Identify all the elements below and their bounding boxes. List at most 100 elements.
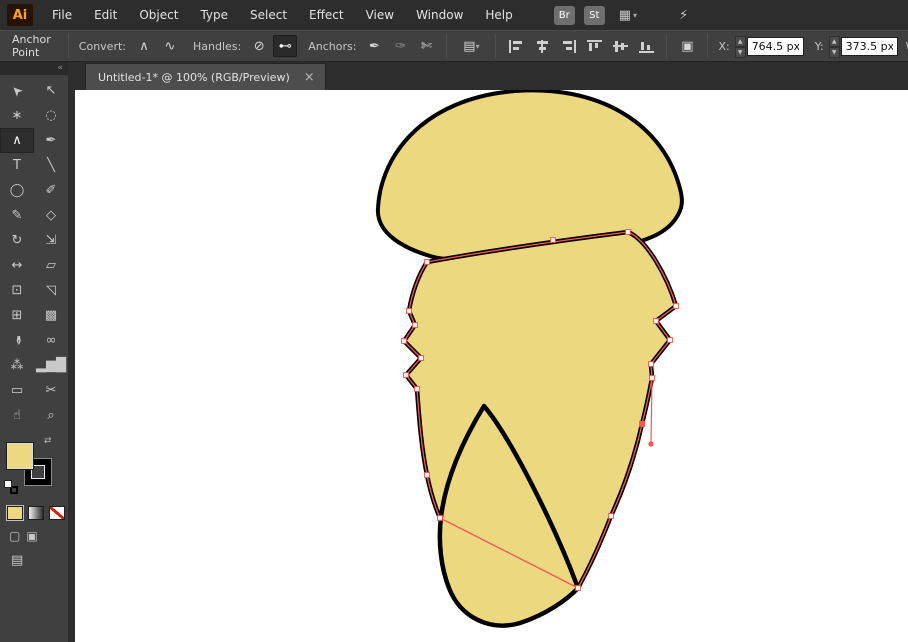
scale-tool[interactable]: ⇲ [34, 228, 68, 253]
anchor-point[interactable] [550, 237, 556, 243]
stepper-down-icon[interactable]: ▼ [734, 47, 746, 58]
convert-to-corner-button[interactable]: ∧ [132, 35, 156, 57]
hide-handles-button[interactable]: ⊘ [247, 35, 271, 57]
anchor-point[interactable] [667, 337, 673, 343]
pen-tool[interactable]: ✒ [34, 128, 68, 153]
swap-fill-stroke-icon[interactable]: ⇄ [44, 436, 52, 446]
pencil-tool[interactable]: ✎ [0, 203, 34, 228]
shape-builder-tool[interactable]: ⊡ [0, 278, 34, 303]
remove-anchor-button[interactable]: ✒ [362, 35, 386, 57]
draw-behind-button[interactable]: ▣ [26, 529, 37, 543]
anchor-point[interactable] [437, 515, 443, 521]
align-vertical-bottom-button[interactable] [634, 35, 658, 57]
stepper-up-icon[interactable]: ▲ [828, 36, 840, 47]
cap-shape[interactable] [375, 90, 684, 262]
align-vertical-middle-button[interactable] [608, 35, 632, 57]
close-icon[interactable]: × [304, 71, 315, 84]
symbol-sprayer-tool[interactable]: ⁂ [0, 353, 34, 378]
line-segment-tool[interactable]: ╲ [34, 153, 68, 178]
align-horizontal-center-button[interactable] [530, 35, 554, 57]
menu-help[interactable]: Help [474, 0, 523, 30]
document-tab[interactable]: Untitled-1* @ 100% (RGB/Preview) × [85, 63, 326, 90]
y-field-group: Y: ▲ ▼ [812, 36, 898, 58]
hand-tool[interactable]: ☝ [0, 403, 34, 428]
anchor-point[interactable] [608, 513, 614, 519]
screen-mode-button[interactable]: ▤ [11, 553, 23, 568]
type-tool[interactable]: T [0, 153, 34, 178]
default-swatches-icon[interactable] [4, 480, 18, 494]
document-setup-button[interactable]: ▤ ▾ [455, 35, 487, 57]
ellipse-tool[interactable]: ◯ [0, 178, 34, 203]
convert-to-smooth-button[interactable]: ∿ [158, 35, 182, 57]
direct-selection-tool[interactable]: ↖ [34, 78, 68, 103]
eyedropper-tool[interactable]: ✒ [0, 328, 34, 353]
anchor-point[interactable] [424, 259, 430, 265]
canvas[interactable] [75, 90, 908, 642]
anchor-point[interactable] [575, 585, 581, 591]
artboard-tool[interactable]: ▭ [0, 378, 34, 403]
free-transform-tool[interactable]: ▱ [34, 253, 68, 278]
paintbrush-tool[interactable]: ✐ [34, 178, 68, 203]
align-to-selection-button[interactable]: ▣ [675, 35, 699, 57]
color-button[interactable] [7, 506, 23, 520]
stock-button[interactable]: St [583, 5, 605, 25]
perspective-grid-tool[interactable]: ◹ [34, 278, 68, 303]
menu-view[interactable]: View [355, 0, 405, 30]
x-stepper[interactable]: ▲ ▼ [734, 36, 746, 58]
gradient-button[interactable] [28, 506, 44, 520]
anchor-point[interactable] [649, 375, 655, 381]
slice-tool[interactable]: ✂ [34, 378, 68, 403]
menu-edit[interactable]: Edit [83, 0, 128, 30]
x-input[interactable] [746, 36, 804, 56]
anchor-point-tool[interactable]: ∧ [0, 128, 34, 153]
align-horizontal-right-button[interactable] [556, 35, 580, 57]
magic-wand-tool[interactable]: ∗ [0, 103, 34, 128]
rotate-tool[interactable]: ↻ [0, 228, 34, 253]
direction-handle-dot[interactable] [648, 441, 654, 447]
column-graph-tool[interactable]: ▂▆█ [34, 353, 68, 378]
gpu-performance-button[interactable]: ⚡ [679, 8, 688, 23]
arrange-documents-button[interactable]: ▦ ▾ [619, 8, 637, 23]
selection-tool[interactable]: ➤ [0, 78, 34, 103]
gradient-tool[interactable]: ▩ [34, 303, 68, 328]
menu-type[interactable]: Type [189, 0, 239, 30]
width-tool[interactable]: ↔ [0, 253, 34, 278]
anchor-point[interactable] [424, 472, 430, 478]
anchor-point[interactable] [673, 303, 679, 309]
anchor-point[interactable] [414, 386, 420, 392]
zoom-tool[interactable]: ⌕ [34, 403, 68, 428]
artwork-canvas[interactable] [75, 90, 908, 642]
blend-tool[interactable]: ∞ [34, 328, 68, 353]
anchor-point[interactable] [406, 308, 412, 314]
stepper-up-icon[interactable]: ▲ [734, 36, 746, 47]
menu-effect[interactable]: Effect [298, 0, 355, 30]
anchor-point[interactable] [653, 318, 659, 324]
menu-select[interactable]: Select [239, 0, 298, 30]
bridge-button[interactable]: Br [553, 5, 575, 25]
align-vertical-top-button[interactable] [582, 35, 606, 57]
y-stepper[interactable]: ▲ ▼ [828, 36, 840, 58]
eraser-tool[interactable]: ◇ [34, 203, 68, 228]
menu-file[interactable]: File [41, 0, 83, 30]
anchor-point[interactable] [648, 361, 654, 367]
connect-anchors-button[interactable]: ✑ [388, 35, 412, 57]
cut-path-button[interactable]: ✄ [414, 35, 438, 57]
menu-object[interactable]: Object [128, 0, 189, 30]
anchor-point[interactable] [403, 372, 409, 378]
align-horizontal-left-button[interactable] [504, 35, 528, 57]
anchor-point[interactable] [412, 322, 418, 328]
y-input[interactable] [840, 36, 898, 56]
anchor-point[interactable] [418, 355, 424, 361]
fill-swatch[interactable] [7, 443, 33, 469]
show-handles-button[interactable]: ⊷ [273, 35, 298, 57]
anchor-point[interactable] [625, 229, 631, 235]
anchor-point[interactable] [401, 338, 407, 344]
mesh-tool[interactable]: ⊞ [0, 303, 34, 328]
tools-panel-collapse[interactable]: « [0, 62, 68, 75]
stepper-down-icon[interactable]: ▼ [828, 47, 840, 58]
none-button[interactable] [49, 506, 65, 520]
draw-normal-button[interactable]: ▢ [9, 529, 20, 543]
menu-window[interactable]: Window [405, 0, 474, 30]
lasso-tool[interactable]: ◌ [34, 103, 68, 128]
anchor-point-selected[interactable] [639, 421, 645, 427]
